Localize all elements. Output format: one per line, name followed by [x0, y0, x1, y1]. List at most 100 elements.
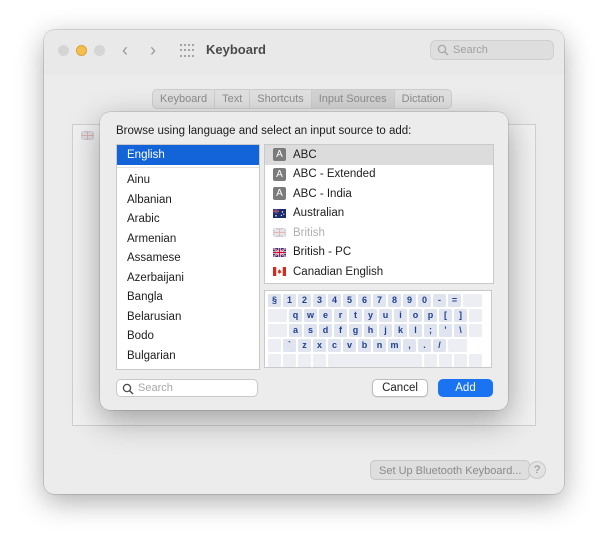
keyboard-row-space: [268, 354, 484, 367]
sheet-prompt: Browse using language and select an inpu…: [116, 125, 412, 137]
key: k: [394, 324, 407, 337]
zoom-window-button[interactable]: [94, 45, 105, 56]
keyboard-row-bottom: ` z x c v b n m , . /: [268, 339, 469, 352]
key: s: [304, 324, 317, 337]
close-window-button[interactable]: [58, 45, 69, 56]
language-item[interactable]: Arabic: [117, 210, 259, 230]
key: 0: [418, 294, 431, 307]
preferences-search-field[interactable]: Search: [430, 40, 554, 60]
search-placeholder: Search: [138, 382, 173, 394]
key-tab: [268, 309, 287, 322]
keyboard-row-home: a s d f g h j k l ; ' \: [268, 324, 484, 337]
key-arrow-right: [469, 354, 482, 367]
key: ;: [424, 324, 437, 337]
search-icon: [122, 383, 134, 395]
language-item[interactable]: Ainu: [117, 171, 259, 191]
key: \: [454, 324, 467, 337]
language-item-english[interactable]: English: [117, 145, 259, 165]
key: §: [268, 294, 281, 307]
key: ': [439, 324, 452, 337]
key: u: [379, 309, 392, 322]
uk-flag-icon: [81, 131, 94, 140]
source-item-abc-extended[interactable]: A ABC - Extended: [265, 165, 493, 185]
key-shift-right: [448, 339, 467, 352]
key-caps-lock: [268, 324, 287, 337]
language-item[interactable]: Armenian: [117, 230, 259, 250]
language-item[interactable]: Bodo: [117, 327, 259, 347]
language-search-field[interactable]: Search: [116, 379, 258, 397]
tab-text[interactable]: Text: [215, 90, 251, 108]
key: `: [283, 339, 296, 352]
source-item-canadian-english[interactable]: Canadian English: [265, 262, 493, 282]
source-item-british: British: [265, 223, 493, 243]
canada-flag-icon: [273, 267, 286, 277]
source-label: ABC: [293, 148, 317, 161]
uk-flag-icon: [273, 228, 286, 238]
key-option-right: [439, 354, 452, 367]
cancel-button[interactable]: Cancel: [372, 379, 428, 397]
letter-a-icon: A: [273, 187, 286, 201]
help-button[interactable]: ?: [528, 461, 546, 479]
language-item[interactable]: Belarusian: [117, 308, 259, 328]
letter-a-icon: A: [273, 167, 286, 181]
key: -: [433, 294, 446, 307]
key: i: [394, 309, 407, 322]
key: 2: [298, 294, 311, 307]
key: q: [289, 309, 302, 322]
chevron-right-icon[interactable]: ›: [150, 41, 156, 59]
letter-a-icon: A: [273, 148, 286, 162]
key: w: [304, 309, 317, 322]
key: ,: [403, 339, 416, 352]
source-label: British - PC: [293, 246, 352, 259]
source-item-australian[interactable]: Australian: [265, 204, 493, 224]
keyboard-row-qwerty: q w e r t y u i o p [ ]: [268, 309, 484, 322]
key: g: [349, 324, 362, 337]
setup-bluetooth-keyboard-button[interactable]: Set Up Bluetooth Keyboard...: [370, 460, 531, 480]
key-command-right: [424, 354, 437, 367]
source-item-abc-india[interactable]: A ABC - India: [265, 184, 493, 204]
input-source-list[interactable]: A ABC A ABC - Extended A ABC - India Aus…: [264, 144, 494, 284]
keyboard-layout-preview: § 1 2 3 4 5 6 7 8 9 0 - = q w e r t y u …: [264, 290, 492, 368]
language-item[interactable]: Albanian: [117, 191, 259, 211]
preferences-tab-bar: Keyboard Text Shortcuts Input Sources Di…: [152, 89, 453, 109]
key: 6: [358, 294, 371, 307]
language-item[interactable]: Bangla: [117, 288, 259, 308]
key: o: [409, 309, 422, 322]
key: a: [289, 324, 302, 337]
tab-shortcuts[interactable]: Shortcuts: [250, 90, 312, 108]
minimize-window-button[interactable]: [76, 45, 87, 56]
source-label: Australian: [293, 207, 345, 220]
language-item[interactable]: Assamese: [117, 249, 259, 269]
key: d: [319, 324, 332, 337]
source-label: British: [293, 226, 325, 239]
key: z: [298, 339, 311, 352]
keyboard-row-numbers: § 1 2 3 4 5 6 7 8 9 0 - =: [268, 294, 484, 307]
tab-dictation[interactable]: Dictation: [395, 90, 452, 108]
uk-flag-icon: [273, 247, 286, 257]
key: 9: [403, 294, 416, 307]
key: y: [364, 309, 377, 322]
key: p: [424, 309, 437, 322]
language-item[interactable]: Azerbaijani: [117, 269, 259, 289]
key: v: [343, 339, 356, 352]
tab-input-sources[interactable]: Input Sources: [311, 90, 395, 108]
source-item-british-pc[interactable]: British - PC: [265, 243, 493, 263]
key: r: [334, 309, 347, 322]
key: l: [409, 324, 422, 337]
key-arrow-left: [454, 354, 467, 367]
key: t: [349, 309, 362, 322]
language-list[interactable]: English Ainu Albanian Arabic Armenian As…: [116, 144, 260, 370]
key: 5: [343, 294, 356, 307]
source-label: ABC - India: [293, 187, 352, 200]
key: c: [328, 339, 341, 352]
key-option: [298, 354, 311, 367]
key: .: [418, 339, 431, 352]
source-item-abc[interactable]: A ABC: [265, 145, 493, 165]
show-all-grid-icon[interactable]: [180, 44, 194, 58]
language-list-divider: [117, 167, 259, 168]
key: 3: [313, 294, 326, 307]
language-item[interactable]: Bulgarian: [117, 347, 259, 367]
chevron-left-icon[interactable]: ‹: [122, 41, 128, 59]
tab-keyboard[interactable]: Keyboard: [153, 90, 216, 108]
add-button[interactable]: Add: [438, 379, 493, 397]
